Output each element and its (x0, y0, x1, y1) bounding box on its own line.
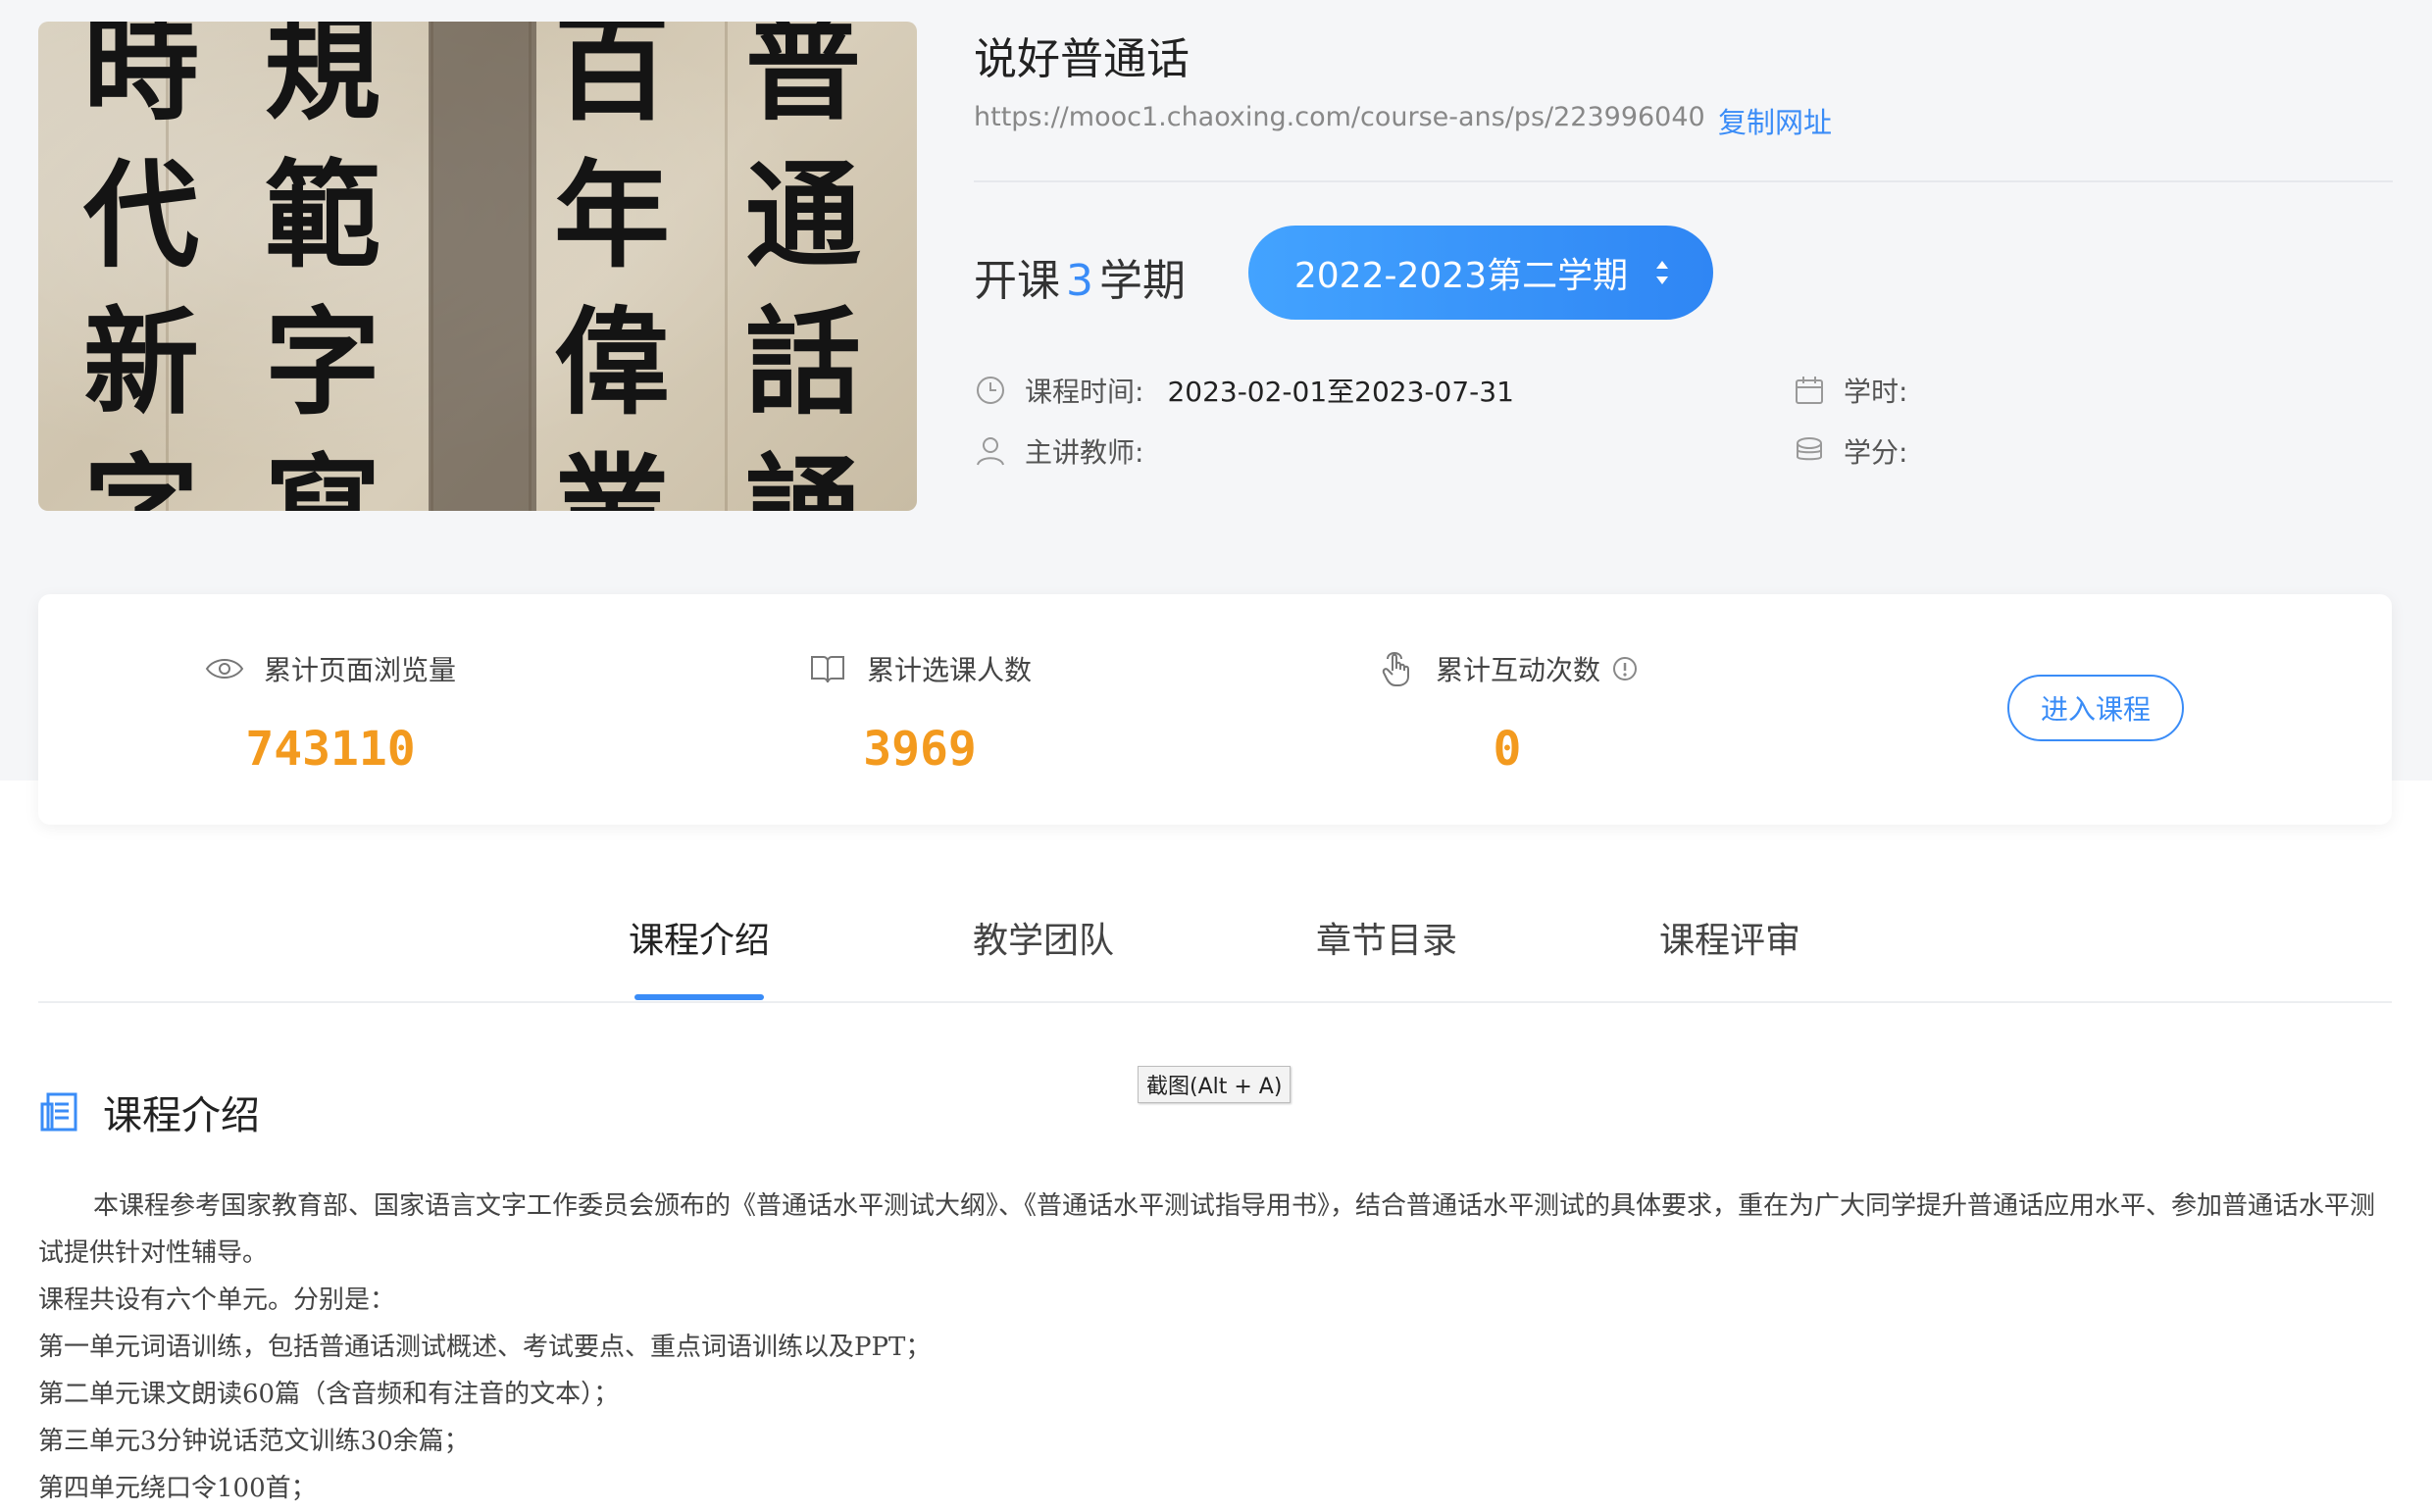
book-icon (811, 656, 844, 683)
views-label: 累计页面浏览量 (264, 654, 457, 686)
teacher-row: 主讲教师: (974, 431, 1167, 471)
cover-char: 誦 (744, 441, 861, 512)
eye-icon (205, 659, 244, 679)
course-tabs: 课程介绍 教学团队 章节目录 课程评审 (0, 912, 2432, 1002)
interact-value: 0 (1493, 722, 1522, 777)
active-tab-indicator (634, 994, 764, 1000)
cover-fold (725, 22, 728, 511)
tab-teaching-team[interactable]: 教学团队 (973, 912, 1114, 963)
cover-char: 代 (82, 147, 199, 283)
sort-arrows-icon (1656, 261, 1668, 284)
hours-row: 学时: (1793, 371, 1931, 410)
semester-suffix: 学期 (1099, 256, 1186, 306)
cover-char: 百 (553, 22, 670, 136)
cover-char: 業 (553, 441, 670, 512)
cover-char: 偉 (553, 294, 670, 430)
intro-paragraph: 本课程参考国家教育部、国家语言文字工作委员会颁布的《普通话水平测试大纲》、《普通… (38, 1191, 2376, 1268)
intro-paragraph: 第二单元课文朗读60篇（含音频和有注音的文本）； (38, 1380, 620, 1409)
intro-paragraph: 第一单元词语训练，包括普通话测试概述、考试要点、重点词语训练以及PPT； (38, 1333, 932, 1362)
stats-card: 累计页面浏览量 743110 累计选课人数 3969 累计互动次数 0 进入课程 (38, 594, 2392, 825)
semester-count-label: 开课 3 学期 (974, 245, 1186, 308)
coin-stack-icon (1797, 437, 1822, 461)
course-url: https://mooc1.chaoxing.com/course-ans/ps… (974, 102, 1705, 132)
semester-count: 3 (1066, 256, 1093, 306)
cover-calligraphy-column: 普 通 話 誦 (730, 22, 877, 511)
screenshot-tooltip: 截图(Alt + A) (1138, 1066, 1292, 1103)
cover-char: 話 (744, 294, 861, 430)
views-value: 743110 (245, 722, 416, 777)
cover-char: 普 (744, 22, 861, 136)
clock-icon (977, 377, 1004, 404)
document-icon (40, 1092, 77, 1132)
copy-url-button[interactable]: 复制网址 (1718, 100, 1832, 141)
interact-stat-label-row: 累计互动次数 (1377, 649, 1638, 688)
cover-char: 規 (264, 22, 380, 136)
cover-char: 年 (553, 147, 670, 283)
person-icon (977, 437, 1004, 466)
enroll-value: 3969 (863, 722, 977, 777)
tab-course-review[interactable]: 课程评审 (1659, 912, 1800, 963)
course-cover-image: 時 代 新 字 規 範 字 寫 百 年 偉 業 普 通 話 誦 (38, 22, 917, 511)
enter-course-button[interactable]: 进入课程 (2007, 675, 2184, 741)
tab-course-intro[interactable]: 课程介绍 (629, 912, 770, 963)
views-stat-label-row: 累计页面浏览量 (205, 649, 456, 688)
cover-char: 新 (82, 294, 199, 430)
cover-char: 字 (82, 441, 199, 512)
intro-description: 本课程参考国家教育部、国家语言文字工作委员会颁布的《普通话水平测试大纲》、《普通… (38, 1183, 2392, 1512)
tab-chapter-list[interactable]: 章节目录 (1316, 912, 1457, 963)
interact-stat: 累计互动次数 0 (1377, 649, 1638, 777)
intro-paragraph: 第三单元3分钟说话范文训练30余篇； (38, 1427, 470, 1456)
hours-label: 学时: (1844, 376, 1908, 408)
header-divider (974, 180, 2393, 182)
cover-shadow-panel (429, 22, 536, 511)
tabs-divider (38, 1001, 2392, 1003)
enroll-label: 累计选课人数 (867, 654, 1033, 686)
info-icon[interactable] (1612, 656, 1638, 681)
semester-prefix: 开课 (974, 256, 1060, 306)
cover-char: 通 (744, 147, 861, 283)
cover-char: 寫 (264, 441, 380, 512)
credit-row: 学分: (1793, 431, 1931, 471)
cover-calligraphy-column: 時 代 新 字 (68, 22, 215, 511)
intro-paragraph: 课程共设有六个单元。分别是： (38, 1285, 396, 1315)
calendar-icon (1796, 377, 1823, 404)
course-time-row: 课程时间: 2023-02-01至2023-07-31 (974, 371, 1514, 410)
intro-section-title: 课程介绍 (38, 1084, 260, 1140)
enroll-stat-label-row: 累计选课人数 (808, 649, 1032, 688)
intro-paragraph: 第四单元绕口令100首； (38, 1474, 317, 1503)
hand-tap-icon (1382, 652, 1409, 686)
cover-char: 時 (82, 22, 199, 136)
cover-calligraphy-column: 百 年 偉 業 (538, 22, 685, 511)
enroll-stat: 累计选课人数 3969 (808, 649, 1032, 777)
cover-char: 字 (264, 294, 380, 430)
views-stat: 累计页面浏览量 743110 (205, 649, 456, 777)
interact-label: 累计互动次数 (1436, 654, 1601, 686)
course-title: 说好普通话 (974, 34, 1190, 84)
cover-char: 範 (264, 147, 380, 283)
teacher-label: 主讲教师: (1025, 436, 1144, 469)
credit-label: 学分: (1844, 436, 1908, 469)
course-time-value: 2023-02-01至2023-07-31 (1167, 376, 1514, 408)
semester-selected-value: 2022-2023第二学期 (1293, 256, 1629, 296)
cover-calligraphy-column: 規 範 字 寫 (249, 22, 396, 511)
course-time-label: 课程时间: (1025, 376, 1144, 408)
intro-title-text: 课程介绍 (103, 1093, 260, 1138)
semester-select[interactable]: 2022-2023第二学期 (1248, 226, 1713, 320)
